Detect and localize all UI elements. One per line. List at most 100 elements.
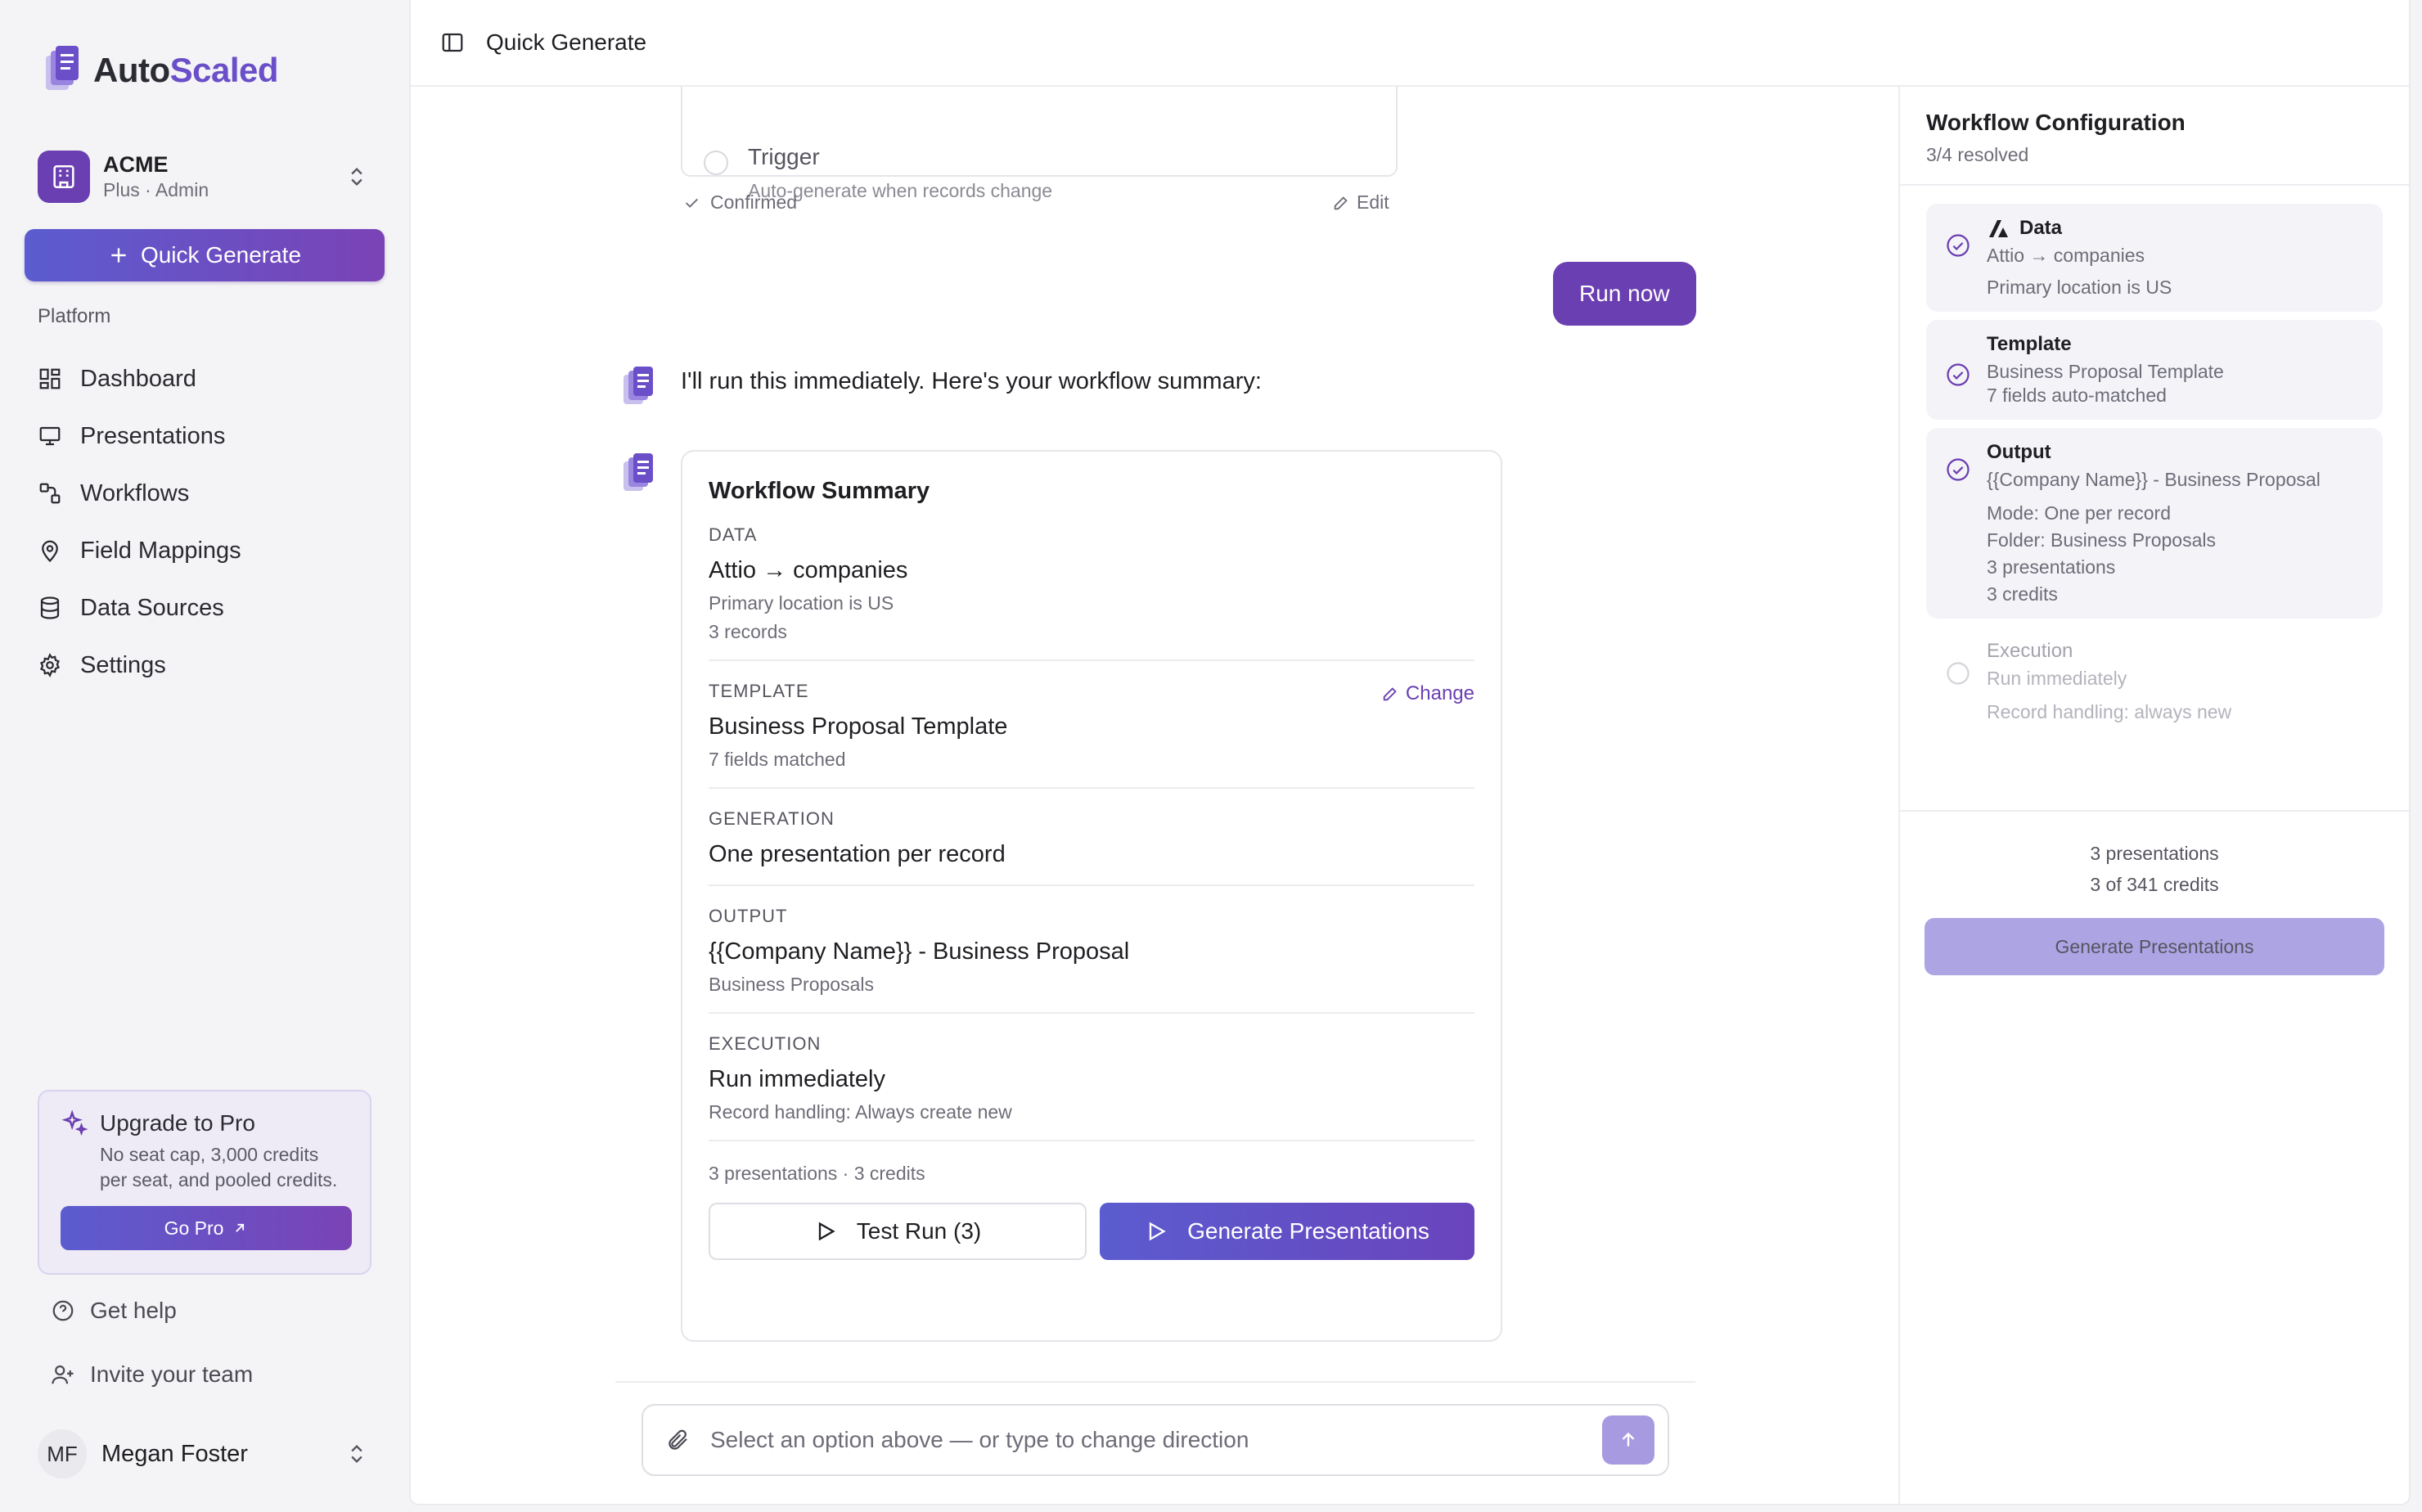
step-detail: Attio → companies bbox=[1987, 245, 2145, 266]
play-icon bbox=[1149, 1222, 1166, 1241]
sparkles-icon bbox=[61, 1109, 88, 1136]
step-detail: Record handling: always new bbox=[1987, 701, 2232, 722]
building-icon bbox=[53, 164, 74, 189]
quick-generate-button[interactable]: Quick Generate bbox=[25, 229, 385, 281]
sidebar-item-label: Settings bbox=[80, 651, 166, 678]
edit-button[interactable]: Edit bbox=[1332, 191, 1389, 214]
send-button[interactable] bbox=[1602, 1415, 1654, 1465]
sidebar-toggle-icon[interactable] bbox=[440, 30, 465, 55]
logo[interactable]: AutoScaled bbox=[44, 46, 279, 95]
step-detail: Folder: Business Proposals bbox=[1987, 529, 2216, 551]
section-value: One presentation per record bbox=[709, 841, 1006, 867]
map-pin-icon bbox=[42, 540, 58, 563]
logo-icon bbox=[46, 46, 79, 90]
upgrade-title-text: Upgrade to Pro bbox=[100, 1110, 255, 1136]
presentations-count: 3 presentations bbox=[2090, 843, 2219, 864]
test-run-button[interactable]: Test Run (3) bbox=[709, 1203, 1087, 1260]
workflow-config-panel: Workflow Configuration 3/4 resolved Data… bbox=[1898, 87, 2409, 1505]
sidebar-item-workflows[interactable]: Workflows bbox=[38, 465, 381, 522]
chat-thread: Trigger Auto-generate when records chang… bbox=[411, 87, 1898, 1505]
sidebar: AutoScaled ACME Plus · Admin Quick Gener… bbox=[0, 0, 409, 1512]
edit-label: Edit bbox=[1357, 191, 1389, 213]
step-detail: Run immediately bbox=[1987, 668, 2127, 689]
test-run-label: Test Run (3) bbox=[856, 1218, 982, 1244]
summary-output-section: OUTPUT {{Company Name}} - Business Propo… bbox=[709, 886, 1474, 1014]
chevron-updown-icon bbox=[351, 168, 362, 186]
config-step-execution[interactable]: Execution Run immediately Record handlin… bbox=[1926, 627, 2383, 736]
sidebar-item-settings[interactable]: Settings bbox=[38, 637, 381, 694]
check-circle-icon bbox=[1947, 234, 1970, 257]
brand-name: AutoScaled bbox=[93, 51, 279, 89]
org-avatar bbox=[38, 151, 90, 203]
section-label: OUTPUT bbox=[709, 906, 788, 926]
org-switcher[interactable]: ACME Plus · Admin bbox=[38, 149, 381, 205]
sidebar-item-label: Data Sources bbox=[80, 594, 224, 621]
sidebar-item-field-mappings[interactable]: Field Mappings bbox=[38, 522, 381, 579]
message-input[interactable] bbox=[710, 1427, 1582, 1453]
page-title: Quick Generate bbox=[486, 29, 647, 55]
change-template-button[interactable]: Change bbox=[1381, 682, 1474, 705]
user-menu[interactable]: MF Megan Foster bbox=[38, 1428, 381, 1480]
config-generate-button[interactable]: Generate Presentations bbox=[1925, 918, 2384, 975]
config-progress: 3/4 resolved bbox=[1926, 144, 2029, 165]
section-value: Run immediately bbox=[709, 1066, 885, 1092]
step-detail: Mode: One per record bbox=[1987, 502, 2172, 524]
summary-template-section: TEMPLATE Change Business Proposal Templa… bbox=[709, 661, 1474, 789]
summary-data-section: DATA Attio → companies Primary location … bbox=[709, 505, 1474, 661]
upgrade-description: No seat cap, 3,000 credits per seat, and… bbox=[100, 1144, 338, 1190]
get-help-label: Get help bbox=[90, 1298, 177, 1323]
org-plan: Plus · Admin bbox=[103, 179, 209, 200]
play-icon bbox=[818, 1222, 835, 1241]
step-title: Data bbox=[1987, 217, 2366, 240]
step-detail: Primary location is US bbox=[1987, 277, 2172, 298]
paperclip-icon[interactable] bbox=[666, 1428, 691, 1452]
user-message-bubble: Run now bbox=[1553, 262, 1696, 326]
section-label: TEMPLATE bbox=[709, 681, 809, 701]
section-detail: Record handling: Always create new bbox=[709, 1101, 1012, 1123]
invite-team-link[interactable]: Invite your team bbox=[51, 1361, 253, 1388]
step-detail: 3 presentations bbox=[1987, 556, 2116, 578]
section-value: {{Company Name}} - Business Proposal bbox=[709, 938, 1130, 965]
config-header: Workflow Configuration 3/4 resolved bbox=[1900, 87, 2409, 186]
go-pro-button[interactable]: Go Pro bbox=[61, 1206, 352, 1250]
pencil-icon bbox=[1334, 196, 1348, 209]
sidebar-item-label: Presentations bbox=[80, 422, 226, 449]
sidebar-item-label: Field Mappings bbox=[80, 537, 241, 564]
config-steps: Data Attio → companies Primary location … bbox=[1900, 186, 2409, 736]
config-step-template[interactable]: Template Business Proposal Template 7 fi… bbox=[1926, 320, 2383, 420]
sidebar-item-label: Dashboard bbox=[80, 365, 196, 392]
check-icon bbox=[685, 198, 698, 208]
config-title: Workflow Configuration bbox=[1926, 110, 2186, 135]
confirmed-label: Confirmed bbox=[710, 191, 798, 213]
config-step-data[interactable]: Data Attio → companies Primary location … bbox=[1926, 204, 2383, 312]
step-title: Template bbox=[1987, 333, 2072, 355]
summary-generation-section: GENERATION One presentation per record bbox=[709, 789, 1474, 886]
section-detail: 3 records bbox=[709, 621, 787, 642]
sidebar-item-dashboard[interactable]: Dashboard bbox=[38, 350, 381, 407]
trigger-radio[interactable] bbox=[704, 151, 728, 175]
generate-presentations-button[interactable]: Generate Presentations bbox=[1100, 1203, 1474, 1260]
section-label: GENERATION bbox=[709, 808, 835, 829]
config-step-output[interactable]: Output {{Company Name}} - Business Propo… bbox=[1926, 428, 2383, 619]
sidebar-item-presentations[interactable]: Presentations bbox=[38, 407, 381, 465]
credits-count: 3 of 341 credits bbox=[2090, 874, 2219, 895]
summary-actions: Test Run (3) Generate Presentations bbox=[709, 1203, 1474, 1260]
org-name: ACME bbox=[103, 152, 169, 177]
invite-team-label: Invite your team bbox=[90, 1361, 254, 1387]
sidebar-item-data-sources[interactable]: Data Sources bbox=[38, 579, 381, 637]
nav-section-label: Platform bbox=[38, 305, 111, 327]
arrow-up-icon bbox=[1622, 1432, 1635, 1447]
section-value: Business Proposal Template bbox=[709, 713, 1008, 740]
section-label: DATA bbox=[709, 524, 758, 545]
step-title-text: Data bbox=[2019, 217, 2063, 239]
get-help-link[interactable]: Get help bbox=[51, 1298, 177, 1324]
presentation-icon bbox=[39, 426, 61, 446]
trigger-option-card[interactable]: Trigger Auto-generate when records chang… bbox=[681, 87, 1398, 201]
section-label: EXECUTION bbox=[709, 1033, 822, 1054]
gear-icon bbox=[40, 653, 60, 677]
workflow-summary-card: Workflow Summary DATA Attio → companies … bbox=[681, 450, 1502, 1342]
step-detail: {{Company Name}} - Business Proposal bbox=[1987, 469, 2321, 490]
step-detail: 7 fields auto-matched bbox=[1987, 385, 2167, 406]
assistant-avatar-icon bbox=[624, 453, 653, 491]
sidebar-nav: Dashboard Presentations Workflows Field … bbox=[38, 350, 381, 694]
